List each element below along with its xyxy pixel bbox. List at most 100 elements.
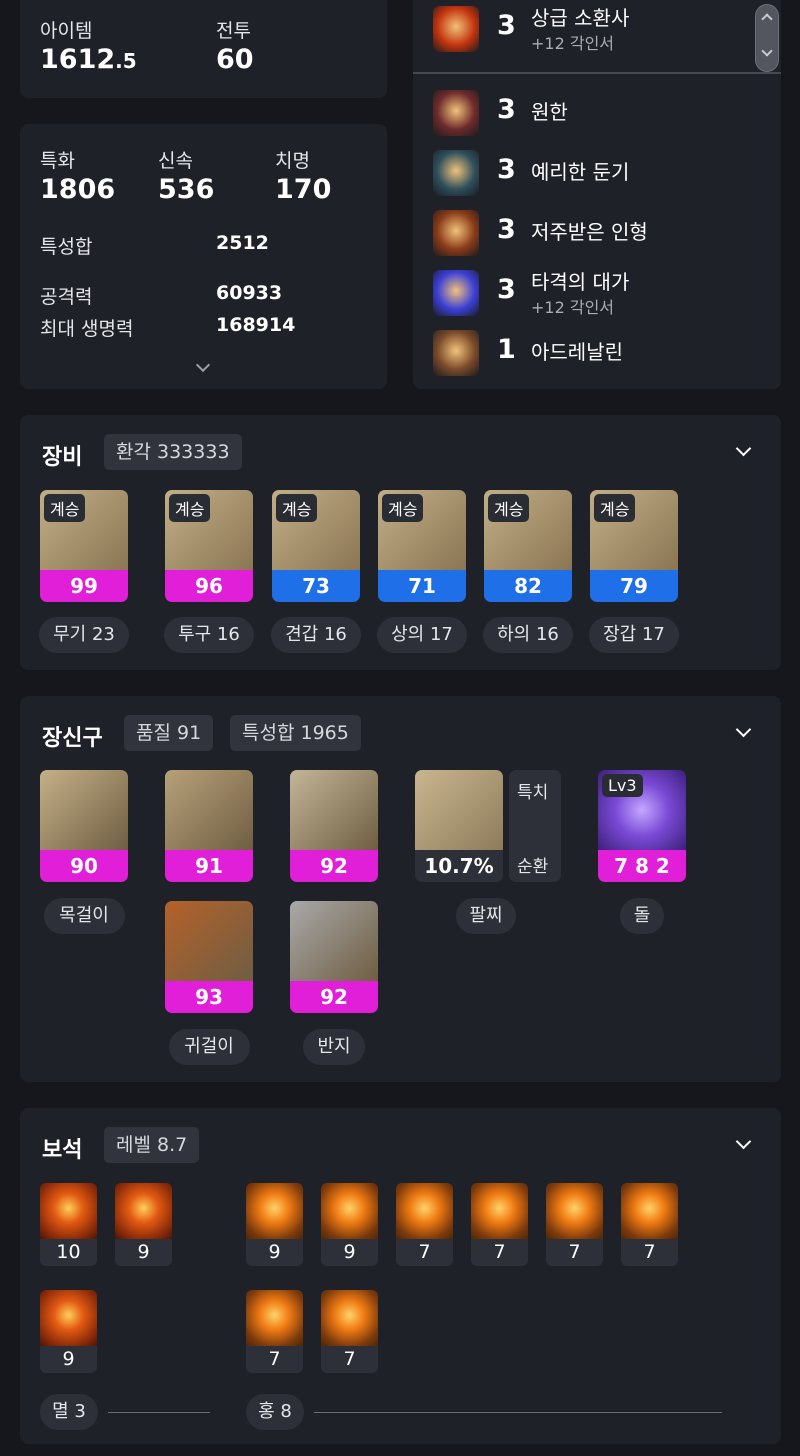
bracelet-item[interactable]: 10.7% bbox=[415, 770, 503, 882]
gems-right-label: 홍 8 bbox=[246, 1394, 304, 1430]
engraving-icon bbox=[433, 150, 479, 196]
gem-item[interactable]: 7 bbox=[621, 1183, 678, 1266]
accessory-quality: 92 bbox=[290, 850, 378, 882]
gem-item[interactable]: 7 bbox=[246, 1290, 303, 1373]
ability-stone-item[interactable]: Lv3 7 8 2 bbox=[598, 770, 686, 882]
gems-card: 보석 레벨 8.7 10 9 9 9 9 7 7 7 7 7 7 멸 3 홍 8 bbox=[20, 1108, 781, 1444]
gem-item[interactable]: 10 bbox=[40, 1183, 97, 1266]
gem-image bbox=[471, 1183, 528, 1239]
item-level-card: 아이템 1612.5 전투 60 bbox=[20, 0, 387, 98]
engraving-level: 3 bbox=[497, 10, 516, 41]
accessory-image bbox=[290, 770, 378, 850]
accessories-card: 장신구 품질 91 특성합 1965 90 목걸이 91 92 93 귀걸이 92 반지 10… bbox=[20, 696, 781, 1082]
engraving-icon bbox=[433, 90, 479, 136]
equipment-quality: 73 bbox=[272, 570, 360, 602]
accessory-item[interactable]: 92 bbox=[290, 770, 378, 882]
accessory-label: 목걸이 bbox=[43, 898, 125, 934]
accessory-image bbox=[165, 770, 253, 850]
gems-collapse-chevron-icon[interactable] bbox=[735, 1133, 752, 1150]
engraving-row[interactable]: 3 예리한 둔기 bbox=[433, 144, 761, 200]
equipment-badge: 계승 bbox=[488, 494, 530, 522]
gem-image bbox=[246, 1290, 303, 1346]
accessory-quality: 90 bbox=[40, 850, 128, 882]
stat-label-crit: 특화 bbox=[40, 150, 75, 172]
gem-image bbox=[40, 1183, 97, 1239]
gem-image bbox=[40, 1290, 97, 1346]
equipment-collapse-chevron-icon[interactable] bbox=[735, 440, 752, 457]
engravings-card: 3 상급 소환사 +12 각인서 3 원한 3 예리한 둔기 3 저주받은 인형 3 타격의 대가 +… bbox=[413, 0, 781, 389]
bracelet-stats: 특치 순환 bbox=[509, 770, 561, 882]
equipment-item[interactable]: 계승 71 bbox=[378, 490, 466, 602]
equipment-label: 무기 23 bbox=[39, 617, 129, 653]
bracelet-stat-1: 특치 bbox=[517, 783, 549, 803]
equipment-quality: 82 bbox=[484, 570, 572, 602]
engraving-level: 3 bbox=[497, 94, 516, 125]
engraving-level: 1 bbox=[497, 334, 516, 365]
accessory-quality: 91 bbox=[165, 850, 253, 882]
equipment-item[interactable]: 계승 79 bbox=[590, 490, 678, 602]
accessories-stat-tag: 특성합 1965 bbox=[230, 715, 361, 751]
accessories-collapse-chevron-icon[interactable] bbox=[735, 721, 752, 738]
accessory-image bbox=[165, 901, 253, 981]
equipment-item[interactable]: 계승 96 bbox=[165, 490, 253, 602]
ability-stone-level: Lv3 bbox=[602, 774, 643, 797]
accessory-item[interactable]: 92 bbox=[290, 901, 378, 1013]
engraving-book: +12 각인서 bbox=[531, 34, 615, 53]
bracelet-image bbox=[415, 770, 503, 850]
gem-item[interactable]: 7 bbox=[546, 1183, 603, 1266]
accessory-image bbox=[290, 901, 378, 981]
engraving-name: 저주받은 인형 bbox=[531, 220, 648, 244]
equipment-quality: 96 bbox=[165, 570, 253, 602]
gem-item[interactable]: 9 bbox=[321, 1183, 378, 1266]
equipment-item[interactable]: 계승 73 bbox=[272, 490, 360, 602]
gem-item[interactable]: 9 bbox=[40, 1290, 97, 1373]
gem-item[interactable]: 7 bbox=[396, 1183, 453, 1266]
gem-level: 10 bbox=[40, 1239, 97, 1266]
accessory-item[interactable]: 90 bbox=[40, 770, 128, 882]
item-level-decimal: .5 bbox=[115, 49, 137, 73]
equipment-quality: 79 bbox=[590, 570, 678, 602]
gem-item[interactable]: 7 bbox=[471, 1183, 528, 1266]
gems-title: 보석 bbox=[42, 1138, 83, 1163]
item-level-value: 1612.5 bbox=[40, 44, 137, 75]
equipment-label: 하의 16 bbox=[483, 617, 573, 653]
gem-image bbox=[115, 1183, 172, 1239]
accessories-quality-tag: 품질 91 bbox=[124, 715, 214, 751]
item-level-label: 아이템 bbox=[40, 20, 93, 42]
engraving-name: 상급 소환사 bbox=[531, 6, 630, 30]
gems-right-divider bbox=[314, 1412, 722, 1413]
gem-item[interactable]: 7 bbox=[321, 1290, 378, 1373]
engraving-row[interactable]: 3 타격의 대가 +12 각인서 bbox=[433, 264, 761, 320]
gem-level: 7 bbox=[471, 1239, 528, 1266]
gem-level: 9 bbox=[40, 1346, 97, 1373]
engraving-row[interactable]: 3 원한 bbox=[433, 84, 761, 140]
engraving-row[interactable]: 3 저주받은 인형 bbox=[433, 204, 761, 260]
stats-card: 특화 1806 신속 536 치명 170 특성합 2512 공격력 60933… bbox=[20, 124, 387, 389]
scroll-up-icon[interactable] bbox=[761, 13, 773, 25]
gem-image bbox=[546, 1183, 603, 1239]
equipment-quality: 71 bbox=[378, 570, 466, 602]
equipment-quality: 99 bbox=[40, 570, 128, 602]
scroll-down-icon[interactable] bbox=[761, 45, 773, 57]
combat-level-label: 전투 bbox=[216, 20, 251, 42]
gem-image bbox=[321, 1290, 378, 1346]
equipment-label: 투구 16 bbox=[164, 617, 254, 653]
engraving-icon bbox=[433, 210, 479, 256]
engraving-row[interactable]: 3 상급 소환사 +12 각인서 bbox=[433, 0, 761, 56]
bracelet-value: 10.7% bbox=[415, 850, 503, 882]
equipment-tag: 환각 333333 bbox=[104, 434, 242, 470]
equipment-badge: 계승 bbox=[276, 494, 318, 522]
accessory-item[interactable]: 93 bbox=[165, 901, 253, 1013]
gems-left-divider bbox=[108, 1412, 210, 1413]
gem-image bbox=[321, 1183, 378, 1239]
equipment-item[interactable]: 계승 99 bbox=[40, 490, 128, 602]
engraving-row[interactable]: 1 아드레날린 bbox=[433, 324, 761, 380]
accessory-label: 귀걸이 bbox=[168, 1029, 250, 1065]
gem-item[interactable]: 9 bbox=[115, 1183, 172, 1266]
engraving-icon bbox=[433, 330, 479, 376]
equipment-item[interactable]: 계승 82 bbox=[484, 490, 572, 602]
gem-item[interactable]: 9 bbox=[246, 1183, 303, 1266]
accessory-item[interactable]: 91 bbox=[165, 770, 253, 882]
gem-level: 7 bbox=[396, 1239, 453, 1266]
expand-stats-chevron-icon[interactable] bbox=[195, 357, 211, 373]
